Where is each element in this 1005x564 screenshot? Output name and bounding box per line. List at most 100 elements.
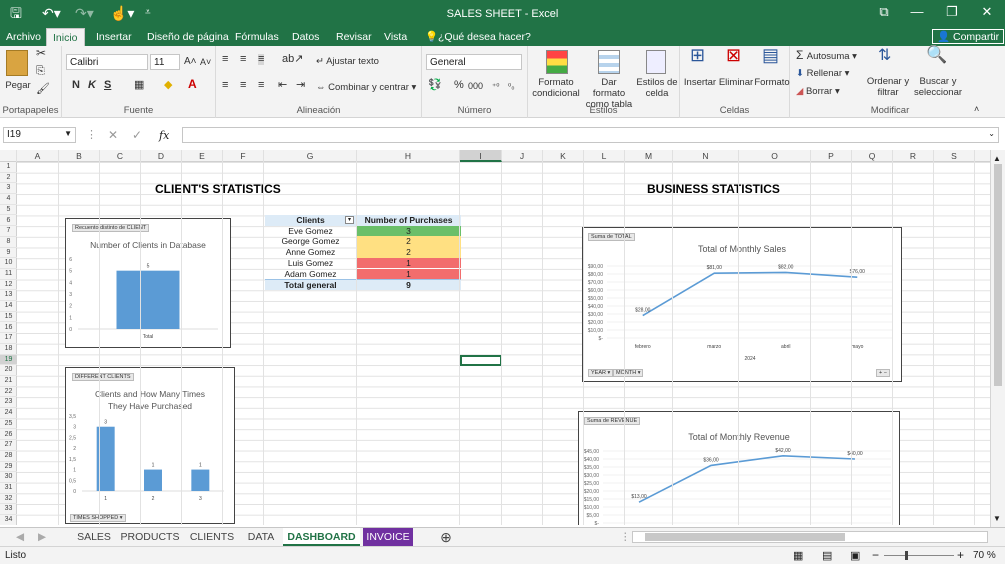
row-header[interactable]: 21 [0,376,17,387]
increase-decimal-icon[interactable]: ⁺⁰ [492,81,499,92]
row-header[interactable]: 28 [0,451,17,462]
selected-cell[interactable] [460,355,502,366]
times-shopped-button[interactable]: TIMES SHOPPED ▾ [70,514,126,522]
row-header[interactable]: 4 [0,194,17,205]
pivot-client-name[interactable]: Anne Gomez [265,247,356,258]
column-header[interactable]: G [264,150,357,162]
copy-icon[interactable]: ⎘ [36,66,45,77]
italic-button[interactable]: K [88,80,96,91]
row-header[interactable]: 13 [0,290,17,302]
pivot-purchase-count[interactable]: 2 [356,236,461,248]
row-header[interactable]: 2 [0,173,17,184]
column-header[interactable]: B [59,150,100,162]
chart-clients-count[interactable]: Recuento distinto de CLIENT Number of Cl… [65,218,231,348]
cell-area[interactable]: CLIENT'S STATISTICS BUSINESS STATISTICS … [17,162,990,525]
pivot-purchase-count[interactable]: 2 [356,247,461,258]
page-break-icon[interactable]: ▣ [850,549,860,562]
column-header[interactable]: H [357,150,460,162]
align-center-icon[interactable]: ≡ [240,80,246,91]
chart-purchase-frequency[interactable]: DIFFERENT CLIENTS Clients and How Many T… [65,367,235,524]
ribbon-display-icon[interactable]: ⧉ [872,4,896,20]
fill-button[interactable]: ⬇ Rellenar ▾ [796,68,849,79]
grow-font-icon[interactable]: A˄ [184,56,197,67]
format-painter-icon[interactable]: 🖌 [36,84,50,95]
share-button[interactable]: 👤 Compartir [932,29,1005,44]
zoom-slider-thumb[interactable] [905,551,908,560]
row-header[interactable]: 32 [0,494,17,505]
sort-filter-button[interactable]: Ordenar y filtrar [864,76,912,98]
column-header[interactable]: K [543,150,584,162]
autosum-button[interactable]: Σ Autosuma ▾ [796,49,857,62]
row-header[interactable]: 24 [0,408,17,419]
tab-insertar[interactable]: Insertar [96,30,132,46]
row-header[interactable]: 9 [0,248,17,259]
column-header[interactable]: C [100,150,141,162]
column-header[interactable]: I [460,150,502,162]
pivot-table[interactable]: Clients ▾ Number of Purchases Eve Gomez 3… [265,215,461,291]
close-icon[interactable]: ✕ [975,4,999,20]
tab-split-icon[interactable]: ⋮ [620,528,631,546]
tab-vista[interactable]: Vista [384,30,407,46]
row-header[interactable]: 22 [0,387,17,398]
chart-field-tag[interactable]: Suma de TOTAL [588,233,635,241]
conditional-format-button[interactable]: Formato condicional [530,77,582,99]
sheet-tab-invoice[interactable]: INVOICE [363,528,413,546]
insert-function-button[interactable]: fx [159,129,169,142]
currency-icon[interactable]: 💱 [428,80,442,91]
chart-field-tag[interactable]: Recuento distinto de CLIENT [72,224,150,232]
align-top-icon[interactable]: ≡ [222,54,228,65]
tell-me-input[interactable]: ¿Qué desea hacer? [438,30,531,46]
indent-increase-icon[interactable]: ⇥ [296,80,305,91]
pivot-client-name[interactable]: George Gomez [265,236,356,247]
sheet-tab-clients[interactable]: CLIENTS [184,528,240,546]
sheet-tab-sales[interactable]: SALES [72,528,116,546]
row-header[interactable]: 8 [0,237,17,248]
vertical-scrollbar[interactable]: ▲ ▼ [990,150,1005,527]
row-header[interactable]: 10 [0,258,17,269]
tab-datos[interactable]: Datos [292,30,319,46]
next-sheet-icon[interactable]: ▶ [36,528,48,546]
select-all-corner[interactable] [0,150,17,162]
column-header[interactable]: E [182,150,223,162]
borders-icon[interactable]: ▦ [134,80,144,91]
pivot-client-name[interactable]: Adam Gomez [265,269,356,280]
scroll-thumb[interactable] [994,164,1002,386]
prev-sheet-icon[interactable]: ◀ [14,528,26,546]
formula-input[interactable] [182,127,999,143]
chart-field-tag[interactable]: Suma de REVENUE [584,417,641,425]
font-name-select[interactable]: Calibri [66,54,148,70]
row-header[interactable]: 30 [0,472,17,483]
column-header[interactable]: N [673,150,739,162]
font-color-icon[interactable]: A [188,78,197,90]
align-right-icon[interactable]: ≡ [258,80,264,91]
zoom-in-icon[interactable]: + [957,548,964,562]
row-header[interactable]: 34 [0,515,17,525]
row-header[interactable]: 7 [0,226,17,237]
cell-styles-button[interactable]: Estilos de celda [636,77,678,99]
zoom-level[interactable]: 70 % [973,550,996,561]
tab-inicio[interactable]: Inicio [46,28,85,46]
shrink-font-icon[interactable]: A˅ [200,57,211,68]
indent-decrease-icon[interactable]: ⇤ [278,80,287,91]
align-middle-icon[interactable]: ≡ [240,54,246,65]
row-header[interactable]: 19 [0,354,17,366]
cancel-icon[interactable]: ✕ [108,128,118,142]
wrap-text-button[interactable]: ↵ Ajustar texto [316,56,379,67]
column-header[interactable]: J [502,150,543,162]
tab-diseno[interactable]: Diseño de página [147,30,229,46]
row-header[interactable]: 6 [0,216,17,227]
chart-field-tag[interactable]: DIFFERENT CLIENTS [72,373,134,381]
fill-color-icon[interactable]: ◆ [164,80,172,91]
sheet-tab-data[interactable]: DATA [242,528,280,546]
row-header[interactable]: 15 [0,312,17,323]
paste-icon[interactable] [6,50,28,76]
zoom-slider[interactable] [884,555,954,556]
row-header[interactable]: 29 [0,462,17,473]
column-header[interactable]: L [584,150,625,162]
column-header[interactable]: D [141,150,182,162]
name-box[interactable]: I19 ▼ [3,127,76,143]
pivot-header-clients[interactable]: Clients [265,215,356,226]
row-header[interactable]: 17 [0,333,17,344]
row-header[interactable]: 18 [0,344,17,355]
row-header[interactable]: 31 [0,483,17,494]
